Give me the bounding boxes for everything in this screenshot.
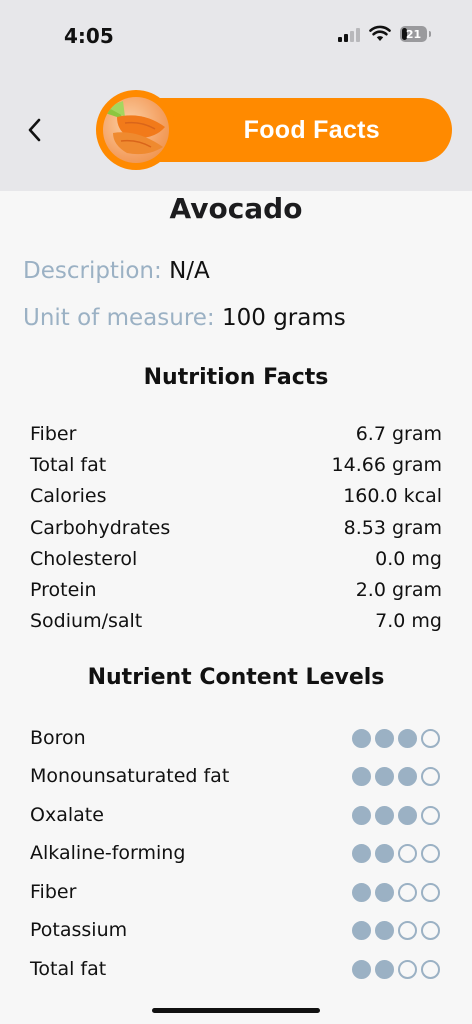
level-dot-filled — [375, 843, 394, 863]
level-dot-filled — [398, 766, 417, 786]
level-row: Boron — [30, 723, 440, 753]
level-dot-empty — [421, 959, 440, 979]
level-dot-filled — [375, 766, 394, 786]
cellular-signal-icon — [338, 28, 362, 42]
level-dot-filled — [352, 805, 371, 825]
unit-value: 100 grams — [221, 305, 346, 331]
level-dot-empty — [421, 728, 440, 748]
carrot-icon — [105, 101, 165, 155]
level-dot-filled — [375, 728, 394, 748]
level-name: Monounsaturated fat — [30, 765, 230, 787]
level-dot-filled — [375, 805, 394, 825]
level-row: Monounsaturated fat — [30, 761, 440, 791]
nutrient-levels-title: Nutrient Content Levels — [87, 665, 385, 690]
nutrient-value: 8.53 gram — [343, 517, 442, 539]
level-dots — [352, 959, 440, 979]
battery-level: 21 — [405, 27, 422, 41]
nutrient-name: Cholesterol — [30, 548, 138, 570]
nutrient-name: Total fat — [30, 454, 107, 476]
nutrition-row: Calories 160.0 kcal — [30, 481, 442, 511]
nutrient-name: Sodium/salt — [30, 610, 143, 632]
level-dots — [352, 728, 440, 748]
level-dot-empty — [421, 766, 440, 786]
level-dots — [352, 882, 440, 902]
battery-icon: 21 — [400, 26, 427, 42]
level-dot-empty — [398, 882, 417, 902]
level-dot-filled — [375, 959, 394, 979]
nutrient-value: 0.0 mg — [375, 548, 442, 570]
level-dot-filled — [352, 959, 371, 979]
level-row: Oxalate — [30, 800, 440, 830]
description-value: N/A — [169, 258, 210, 284]
description-label: Description: — [23, 258, 162, 284]
carrot-logo — [96, 90, 176, 170]
level-dot-empty — [398, 920, 417, 940]
level-dot-empty — [421, 920, 440, 940]
wifi-icon — [369, 25, 391, 41]
nutrition-row: Cholesterol 0.0 mg — [30, 544, 442, 574]
level-dot-empty — [421, 882, 440, 902]
level-row: Total fat — [30, 954, 440, 984]
level-dot-empty — [421, 843, 440, 863]
app-header: Food Facts — [0, 70, 472, 191]
nutrient-value: 160.0 kcal — [343, 485, 442, 507]
nutrition-row: Fiber 6.7 gram — [30, 419, 442, 449]
back-button[interactable] — [20, 115, 50, 145]
level-dot-filled — [375, 920, 394, 940]
nutrition-row: Protein 2.0 gram — [30, 575, 442, 605]
nutrient-name: Protein — [30, 579, 97, 601]
level-dot-filled — [352, 766, 371, 786]
level-row: Alkaline-forming — [30, 838, 440, 868]
level-dot-filled — [398, 728, 417, 748]
level-row: Fiber — [30, 877, 440, 907]
level-dot-filled — [352, 882, 371, 902]
level-name: Boron — [30, 727, 86, 749]
description-row: Description: N/A — [23, 258, 210, 284]
level-dot-filled — [352, 728, 371, 748]
battery-nub — [429, 31, 431, 37]
level-dot-empty — [398, 843, 417, 863]
level-dot-filled — [398, 805, 417, 825]
nutrient-value: 6.7 gram — [355, 423, 442, 445]
level-dot-empty — [398, 959, 417, 979]
status-time: 4:05 — [64, 24, 114, 48]
level-name: Fiber — [30, 881, 77, 903]
nutrition-row: Total fat 14.66 gram — [30, 450, 442, 480]
unit-label: Unit of measure: — [23, 305, 215, 331]
page-title: Food Facts — [243, 115, 380, 144]
nutrient-name: Carbohydrates — [30, 517, 171, 539]
level-row: Potassium — [30, 915, 440, 945]
level-dot-filled — [375, 882, 394, 902]
nutrient-name: Fiber — [30, 423, 77, 445]
level-dot-filled — [352, 920, 371, 940]
level-dots — [352, 766, 440, 786]
nutrition-row: Sodium/salt 7.0 mg — [30, 606, 442, 636]
unit-row: Unit of measure: 100 grams — [23, 305, 346, 331]
nutrition-facts-title: Nutrition Facts — [143, 365, 329, 390]
level-dot-filled — [352, 843, 371, 863]
level-name: Alkaline-forming — [30, 842, 186, 864]
nutrient-value: 7.0 mg — [375, 610, 442, 632]
food-name: Avocado — [169, 192, 303, 225]
nutrient-value: 2.0 gram — [355, 579, 442, 601]
level-dot-empty — [421, 805, 440, 825]
nutrient-name: Calories — [30, 485, 107, 507]
level-dots — [352, 843, 440, 863]
level-dots — [352, 805, 440, 825]
level-name: Oxalate — [30, 804, 104, 826]
nutrition-row: Carbohydrates 8.53 gram — [30, 513, 442, 543]
level-name: Total fat — [30, 958, 107, 980]
nutrient-value: 14.66 gram — [331, 454, 442, 476]
home-indicator[interactable] — [152, 1008, 320, 1013]
chevron-left-icon — [28, 118, 41, 142]
level-dots — [352, 920, 440, 940]
status-bar: 4:05 21 — [0, 0, 472, 70]
level-name: Potassium — [30, 919, 128, 941]
